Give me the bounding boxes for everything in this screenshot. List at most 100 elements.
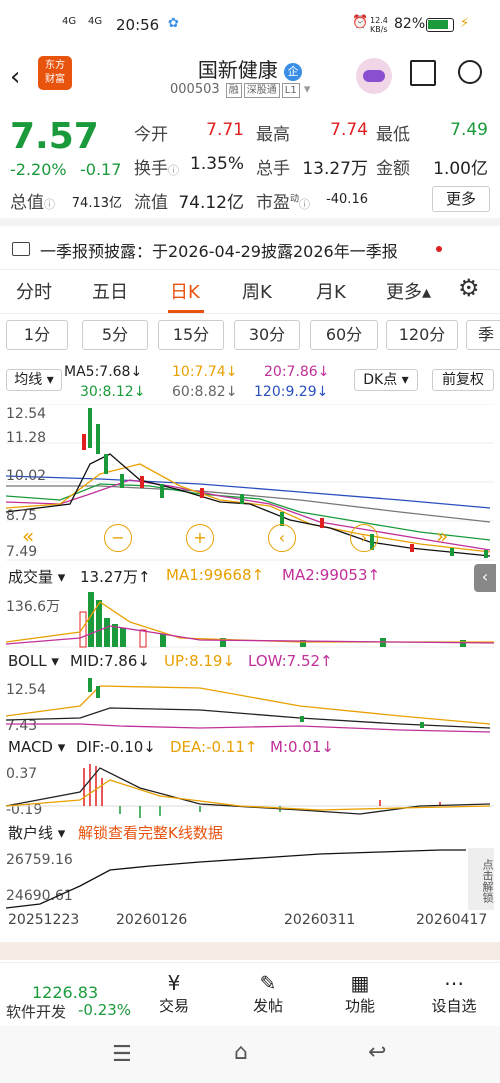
dk-select[interactable]: DK点 ▾ <box>354 369 418 391</box>
unlock-link[interactable]: 解锁查看完整K线数据 <box>78 822 223 843</box>
more-quote-button[interactable]: 更多 <box>432 186 490 212</box>
macd-select[interactable]: MACD ▾ <box>8 738 65 756</box>
notice-bar[interactable]: 一季报预披露：于2026-04-29披露2026年一季报 <box>0 226 500 270</box>
menu-icon[interactable]: ☰ <box>112 1042 132 1067</box>
assistant-avatar[interactable] <box>356 58 392 94</box>
ma10-value: 10:7.74↓ <box>172 364 238 380</box>
unlock-side-button[interactable]: 点击解锁 <box>468 848 494 910</box>
add-watchlist-button[interactable]: ⋯ 设自选 <box>426 971 482 1027</box>
tab-30min[interactable]: 30分 <box>234 320 300 350</box>
volume-panel: 成交量 ▾ 13.27万↑ MA1:99668↑ MA2:99053↑ 136.… <box>0 566 500 648</box>
battery-icon <box>426 18 454 32</box>
turnover-label: 换手ⓘ <box>134 159 179 179</box>
tab-weekly-k[interactable]: 周K <box>242 278 272 304</box>
candle <box>320 518 324 528</box>
home-icon[interactable]: ⌂ <box>234 1040 248 1065</box>
adjust-select[interactable]: 前复权 <box>432 369 494 391</box>
charging-icon: ⚡ <box>460 16 470 31</box>
bottom-toolbar: 1226.83 软件开发 -0.23% ¥ 交易 ✎ 发帖 ▦ 功能 ⋯ 设自选 <box>0 962 500 1026</box>
candle <box>410 544 414 552</box>
margin-tag: 融 <box>225 83 242 98</box>
tab-60min[interactable]: 60分 <box>310 320 378 350</box>
macd-dif: DIF:-0.10↓ <box>76 738 156 756</box>
trade-button[interactable]: ¥ 交易 <box>150 971 198 1027</box>
ma20-value: 20:7.86↓ <box>264 364 330 380</box>
tab-5min[interactable]: 5分 <box>82 320 148 350</box>
retail-line <box>5 849 466 909</box>
k-axis-label: 11.28 <box>6 430 47 446</box>
chevron-down-icon[interactable]: ▾ <box>304 82 311 97</box>
quote-panel: 7.57 -2.20% -0.17 今开 7.71 最高 7.74 最低 7.4… <box>0 108 500 226</box>
volume-ma2: MA2:99053↑ <box>282 566 381 584</box>
active-tab-indicator <box>168 310 204 313</box>
tab-more[interactable]: 更多▴ <box>386 278 431 304</box>
scroll-left-icon[interactable]: ‹ <box>268 524 296 552</box>
status-bar: 4G 4G 20:56 ✿ ⏰ 12.4 KB/s 82% ⚡ <box>0 0 500 50</box>
tab-monthly-k[interactable]: 月K <box>316 278 346 304</box>
mktcap-label: 总值ⓘ <box>10 193 55 213</box>
more-dots-icon: ⋯ <box>444 971 464 995</box>
search-icon[interactable] <box>458 60 482 84</box>
index-value: 1226.83 <box>32 983 99 1002</box>
scroll-left-fast-icon[interactable]: « <box>22 524 34 548</box>
k-chart-svg <box>5 404 494 561</box>
open-label: 今开 <box>134 125 168 145</box>
app-notification-icon: ✿ <box>168 16 179 31</box>
ma120-value: 120:9.29↓ <box>254 384 329 400</box>
notice-text: 一季报预披露：于2026-04-29披露2026年一季报 <box>40 242 398 261</box>
scroll-right-fast-icon[interactable]: » <box>436 524 448 548</box>
tab-120min[interactable]: 120分 <box>386 320 458 350</box>
tab-five-day[interactable]: 五日 <box>92 278 128 304</box>
minute-tabs: 1分 5分 15分 30分 60分 120分 季 <box>0 318 500 354</box>
boll-select[interactable]: BOLL ▾ <box>8 652 59 670</box>
yen-icon: ¥ <box>167 971 181 995</box>
candle <box>88 408 92 448</box>
macd-panel: MACD ▾ DIF:-0.10↓ DEA:-0.11↑ M:0.01↓ 0.3… <box>0 738 500 820</box>
volume-select[interactable]: 成交量 ▾ <box>8 566 65 587</box>
zoom-out-icon[interactable]: − <box>104 524 132 552</box>
unread-dot-icon <box>436 246 442 252</box>
candle <box>160 484 164 498</box>
settings-gear-icon[interactable]: ⚙ <box>458 274 480 302</box>
sector-index[interactable]: 1226.83 软件开发 -0.23% <box>0 963 132 1027</box>
divider-band <box>0 942 500 960</box>
tab-15min[interactable]: 15分 <box>158 320 224 350</box>
ma30-value: 30:8.12↓ <box>80 384 146 400</box>
date-label: 20260126 <box>116 912 188 928</box>
k-chart[interactable]: 12.54 11.28 10.02 8.75 7.49 « − + ‹ › » … <box>0 404 500 592</box>
stock-code: 000503 <box>170 82 220 97</box>
tab-daily-k[interactable]: 日K <box>170 278 200 304</box>
net-speed: 12.4 KB/s <box>370 16 388 34</box>
tab-1min[interactable]: 1分 <box>6 320 68 350</box>
indicator-type-select[interactable]: 均线 ▾ <box>6 369 62 391</box>
scroll-right-icon[interactable]: › <box>350 524 378 552</box>
grid-icon: ▦ <box>350 971 370 995</box>
mktcap-value: 74.13亿 <box>71 196 122 211</box>
zoom-in-icon[interactable]: + <box>186 524 214 552</box>
boll-up: UP:8.19↓ <box>164 652 236 670</box>
volume-bars <box>5 592 495 648</box>
candle <box>120 474 124 488</box>
stock-code-line: 000503 融深股通 L1 ▾ <box>170 82 310 98</box>
low-value: 7.49 <box>450 120 488 140</box>
index-name: 软件开发 <box>6 1003 67 1021</box>
tab-quarter[interactable]: 季 <box>466 320 500 350</box>
date-label: 20260311 <box>284 912 356 928</box>
notice-icon <box>12 242 30 256</box>
battery-percent: 82% <box>394 16 426 32</box>
date-label: 20251223 <box>8 912 80 928</box>
retail-select[interactable]: 散户线 ▾ <box>8 822 65 843</box>
level-tag[interactable]: L1 <box>281 83 300 98</box>
turnover-value: 1.35% <box>190 154 245 174</box>
post-button[interactable]: ✎ 发帖 <box>244 971 292 1027</box>
candle <box>484 550 488 558</box>
high-value: 7.74 <box>330 120 368 140</box>
back-nav-icon[interactable]: ↩ <box>368 1040 386 1065</box>
functions-button[interactable]: ▦ 功能 <box>336 971 384 1027</box>
float-value: 74.12亿 <box>178 193 244 213</box>
connect-tag: 深股通 <box>243 83 280 98</box>
share-icon[interactable] <box>410 60 436 86</box>
tab-intraday[interactable]: 分时 <box>16 278 52 304</box>
retail-panel: 散户线 ▾ 解锁查看完整K线数据 26759.16 24690.61 点击解锁 <box>0 822 500 916</box>
ma-legend: 均线 ▾ MA5:7.68↓ 10:7.74↓ 20:7.86↓ 30:8.12… <box>0 364 500 404</box>
